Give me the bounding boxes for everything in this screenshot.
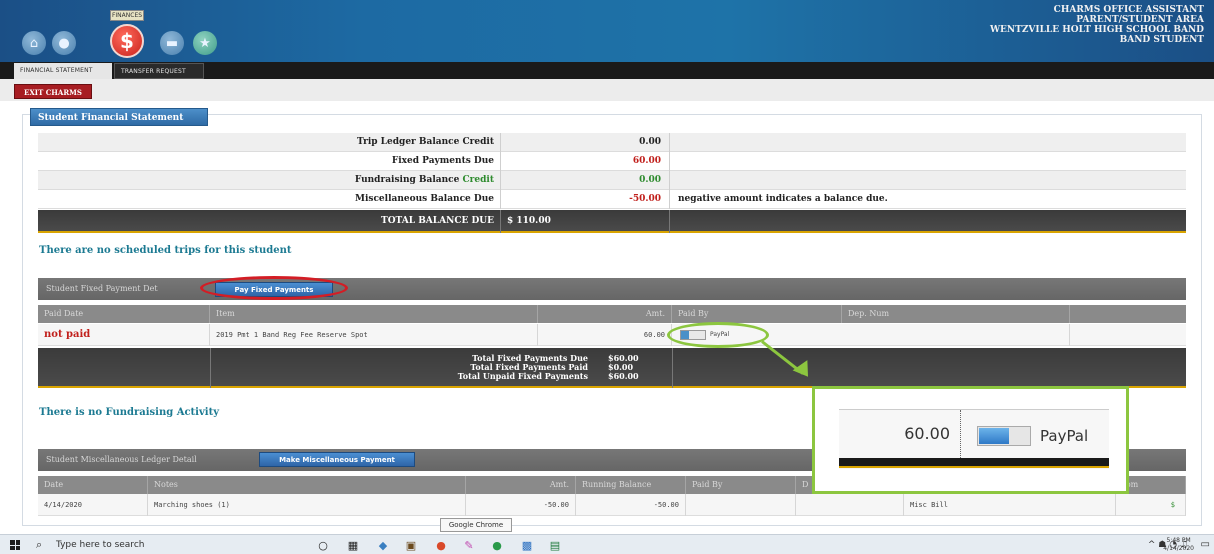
running-balance-cell: -50.00 xyxy=(576,494,686,516)
col-notes: Notes xyxy=(148,476,466,494)
store-icon[interactable]: ▣ xyxy=(404,538,418,552)
summary-row: Fundraising Balance Credit 0.00 xyxy=(38,171,1186,190)
col-paid-by: Paid By xyxy=(672,305,842,323)
paint-icon[interactable]: ✎ xyxy=(462,538,476,552)
notifications-icon[interactable]: ▭ xyxy=(1201,539,1210,550)
summary-row: Trip Ledger Balance Credit 0.00 xyxy=(38,133,1186,152)
clock-time: 5:48 PM xyxy=(1166,537,1191,544)
summary-label: Fixed Payments Due xyxy=(391,156,494,166)
col-paid-by: Paid By xyxy=(686,476,796,494)
chrome-icon[interactable]: ● xyxy=(490,538,504,552)
fixed-total-values: $60.00 $0.00 $60.00 xyxy=(608,354,698,381)
finances-tag: FINANCES xyxy=(110,10,144,21)
tab-financial-statement[interactable]: FINANCIAL STATEMENT xyxy=(14,63,112,79)
table-row: 4/14/2020 Marching shoes (1) -50.00 -50.… xyxy=(38,494,1186,516)
amount-cell: 60.00 xyxy=(538,324,672,346)
section-title: Student Financial Statement xyxy=(30,108,208,126)
dollar-icon[interactable]: $ xyxy=(1116,494,1186,516)
item-cell: 2019 Pmt 1 Band Reg Fee Reserve Spot xyxy=(210,324,538,346)
highlight-circle xyxy=(667,322,769,348)
app-header: FINANCES ⌂ ● $ ▬ ★ CHARMS OFFICE ASSISTA… xyxy=(0,0,1214,62)
fixed-total-value: $60.00 xyxy=(608,371,639,381)
exit-charms-button[interactable]: EXIT CHARMS xyxy=(14,84,92,99)
callout-paid-by: PayPal xyxy=(1040,427,1089,445)
misc-bill-cell: Misc Bill xyxy=(904,494,1116,516)
taskbar: ⌕ Type here to search ○ ▦ ◆ ▣ ● ✎ ● ▩ ▤ … xyxy=(0,534,1214,554)
callout-bar xyxy=(839,458,1109,468)
summary-label-prefix: Fundraising Balance xyxy=(354,175,460,185)
col-dep-num: Dep. Num xyxy=(842,305,1070,323)
outlook-icon[interactable]: ▩ xyxy=(520,538,534,552)
callout-toggle xyxy=(977,426,1031,446)
col-running-balance: Running Balance xyxy=(576,476,686,494)
summary-label: Fundraising Balance Credit xyxy=(38,171,494,190)
fixed-totals: Total Fixed Payments Due Total Fixed Pay… xyxy=(38,348,1186,388)
no-trips-message: There are no scheduled trips for this st… xyxy=(39,245,292,256)
fixed-table-header: Paid Date Item Amt. Paid By Dep. Num xyxy=(38,305,1186,323)
user-icon[interactable]: ● xyxy=(52,31,76,55)
d-cell xyxy=(796,494,904,516)
app-title-line: WENTZVILLE HOLT HIGH SCHOOL BAND xyxy=(989,25,1204,35)
summary-label: Trip Ledger Balance Credit xyxy=(357,137,494,147)
amount-cell: -50.00 xyxy=(466,494,576,516)
windows-icon[interactable] xyxy=(10,540,20,550)
no-fundraising-message: There is no Fundraising Activity xyxy=(39,407,219,418)
fixed-total-label: Total Unpaid Fixed Payments xyxy=(457,371,588,381)
cortana-icon[interactable]: ○ xyxy=(316,538,330,552)
app-title-line: BAND STUDENT xyxy=(1119,35,1204,45)
highlight-circle xyxy=(200,276,348,300)
chrome-icon[interactable]: ● xyxy=(434,538,448,552)
tab-bar: FINANCIAL STATEMENT TRANSFER REQUEST xyxy=(0,62,1214,79)
tooltip: Google Chrome xyxy=(440,518,512,532)
summary-value: 0.00 xyxy=(500,171,670,190)
paid-by-cell xyxy=(686,494,796,516)
fixed-payment-title: Student Fixed Payment Det xyxy=(46,284,158,293)
folder-icon[interactable]: ▬ xyxy=(160,31,184,55)
col-date: Date xyxy=(38,476,148,494)
date-cell: 4/14/2020 xyxy=(38,494,148,516)
col-item: Item xyxy=(210,305,538,323)
summary-value: -50.00 xyxy=(500,190,670,209)
dep-num-cell xyxy=(842,324,1070,346)
app-title-block: CHARMS OFFICE ASSISTANT PARENT/STUDENT A… xyxy=(990,5,1204,45)
total-value: $ 110.00 xyxy=(500,210,670,233)
clock-date: 4/14/2020 xyxy=(1163,545,1194,552)
search-input[interactable]: Type here to search xyxy=(56,535,144,554)
col-paid-date: Paid Date xyxy=(38,305,210,323)
summary-row: Fixed Payments Due 60.00 xyxy=(38,152,1186,171)
paid-date-cell: not paid xyxy=(38,324,210,346)
exit-bar xyxy=(0,79,1214,101)
summary-note: negative amount indicates a balance due. xyxy=(678,194,888,204)
table-row: not paid 2019 Pmt 1 Band Reg Fee Reserve… xyxy=(38,324,1186,346)
total-label: TOTAL BALANCE DUE xyxy=(381,216,494,226)
clock[interactable]: 5:48 PM 4/14/2020 xyxy=(1163,537,1194,553)
star-icon[interactable]: ★ xyxy=(193,31,217,55)
home-icon[interactable]: ⌂ xyxy=(22,31,46,55)
excel-icon[interactable]: ▤ xyxy=(548,538,562,552)
tab-transfer-request[interactable]: TRANSFER REQUEST xyxy=(114,63,204,79)
misc-ledger-title: Student Miscellaneous Ledger Detail xyxy=(46,455,197,464)
make-misc-payment-button[interactable]: Make Miscellaneous Payment xyxy=(259,452,415,467)
zoom-callout: 60.00 PayPal xyxy=(812,386,1129,494)
search-icon[interactable]: ⌕ xyxy=(36,538,42,552)
dollar-icon[interactable]: $ xyxy=(110,24,144,58)
summary-value: 60.00 xyxy=(500,152,670,171)
task-view-icon[interactable]: ▦ xyxy=(346,538,360,552)
summary-label: Miscellaneous Balance Due xyxy=(355,194,494,204)
edge-icon[interactable]: ◆ xyxy=(376,538,390,552)
app-title-line: PARENT/STUDENT AREA xyxy=(1076,15,1204,25)
summary-value: 0.00 xyxy=(500,133,670,152)
total-balance-row: TOTAL BALANCE DUE $ 110.00 xyxy=(38,210,1186,233)
credit-label: Credit xyxy=(462,175,495,185)
app-title-line: CHARMS OFFICE ASSISTANT xyxy=(1053,5,1204,15)
callout-content: 60.00 PayPal xyxy=(839,409,1109,469)
callout-amount: 60.00 xyxy=(839,410,961,458)
summary-row: Miscellaneous Balance Due -50.00 negativ… xyxy=(38,190,1186,209)
fixed-total-labels: Total Fixed Payments Due Total Fixed Pay… xyxy=(208,354,588,381)
balance-summary: Trip Ledger Balance Credit 0.00 Fixed Pa… xyxy=(38,133,1186,209)
col-amount: Amt. xyxy=(538,305,672,323)
notes-cell: Marching shoes (1) xyxy=(148,494,466,516)
col-amount: Amt. xyxy=(466,476,576,494)
